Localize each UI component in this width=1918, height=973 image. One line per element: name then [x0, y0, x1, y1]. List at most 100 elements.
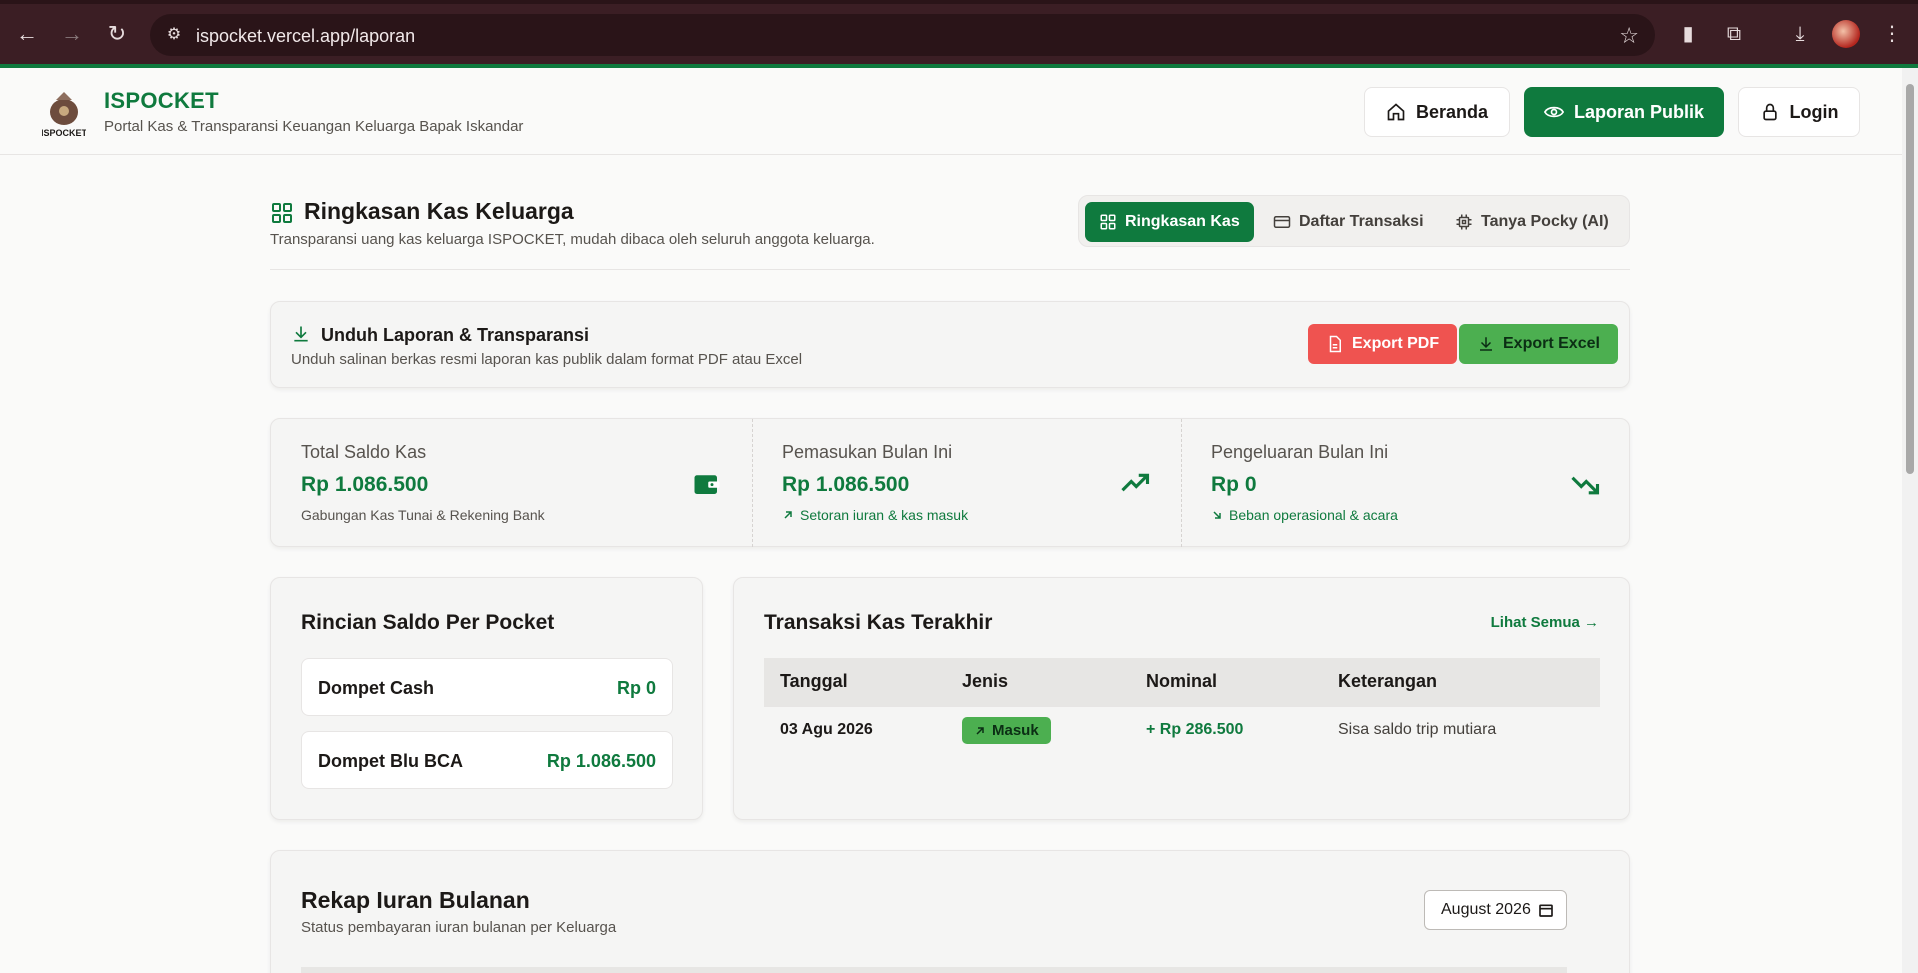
download-icon: [294, 326, 308, 342]
download-icon: [1480, 337, 1492, 351]
home-button[interactable]: Beranda: [1364, 87, 1510, 137]
stat-label: Pemasukan Bulan Ini: [782, 442, 953, 462]
eye-icon: [1543, 106, 1564, 118]
browser-toolbar: ← → ↻ ⚙ ispocket.vercel.app/laporan ☆ ▮ …: [0, 0, 1918, 68]
tx-date: 03 Agu 2026: [780, 721, 873, 738]
home-icon: [1387, 103, 1405, 121]
trending-up-icon: [1121, 473, 1150, 492]
app-header: ISPOCKET ISPOCKET Portal Kas & Transpara…: [0, 68, 1902, 155]
export-pdf-button[interactable]: Export PDF: [1308, 324, 1458, 364]
extension-icon[interactable]: ▮: [1674, 20, 1702, 48]
tab-label: Tanya Pocky (AI): [1481, 213, 1609, 230]
tx-note: Sisa saldo trip mutiara: [1338, 721, 1497, 738]
file-icon: [1329, 335, 1341, 353]
stat-value: Rp 1.086.500: [782, 473, 910, 496]
list-item: Dompet Cash Rp 0: [301, 658, 673, 716]
scrollbar-thumb[interactable]: [1906, 84, 1914, 474]
bookmark-star-icon[interactable]: ☆: [1619, 23, 1639, 49]
pocket-card: Rincian Saldo Per Pocket Dompet Cash Rp …: [270, 577, 703, 820]
login-label: Login: [1789, 101, 1839, 122]
pocket-name: Dompet Cash: [318, 678, 435, 698]
site-info-icon[interactable]: ⚙: [164, 25, 184, 45]
stat-note: Beban operasional & acara: [1211, 507, 1398, 523]
grid-icon: [272, 203, 292, 223]
page-subtitle: Transparansi uang kas keluarga ISPOCKET,…: [270, 231, 875, 248]
ispocket-logo-icon: ISPOCKET: [42, 92, 86, 138]
type-label: Masuk: [992, 722, 1039, 739]
tab-strip: [0, 0, 1918, 4]
home-label: Beranda: [1415, 101, 1489, 122]
logo-text: ISPOCKET: [42, 128, 86, 138]
export-excel-label: Export Excel: [1503, 335, 1600, 352]
login-button[interactable]: Login: [1738, 87, 1860, 137]
tab-tanya-pocky[interactable]: Tanya Pocky (AI): [1441, 202, 1623, 242]
url-text[interactable]: ispocket.vercel.app/laporan: [196, 26, 415, 47]
see-all-link[interactable]: Lihat Semua →: [1491, 614, 1599, 631]
address-bar[interactable]: ⚙ ispocket.vercel.app/laporan ☆: [150, 14, 1655, 56]
pocket-value: Rp 1.086.500: [546, 751, 656, 771]
stats-card: Total Saldo Kas Rp 1.086.500 Gabungan Ka…: [270, 418, 1630, 547]
stat-label: Pengeluaran Bulan Ini: [1211, 442, 1389, 462]
stat-label: Total Saldo Kas: [301, 442, 427, 462]
grid-icon: [1100, 214, 1116, 230]
section-divider: [270, 269, 1630, 270]
page-title: Ringkasan Kas Keluarga: [304, 198, 574, 224]
column-header[interactable]: Keterangan: [1338, 671, 1437, 692]
recap-subtitle: Status pembayaran iuran bulanan per Kelu…: [301, 919, 617, 936]
wallet-icon: [694, 475, 720, 494]
stat-total-saldo: Total Saldo Kas Rp 1.086.500 Gabungan Ka…: [271, 419, 752, 547]
stat-note: Setoran iuran & kas masuk: [782, 507, 968, 523]
page-scrollbar[interactable]: [1902, 68, 1918, 973]
list-item: Dompet Blu BCA Rp 1.086.500: [301, 731, 673, 789]
transactions-title: Transaksi Kas Terakhir: [764, 611, 993, 634]
tab-label: Daftar Transaksi: [1299, 213, 1424, 230]
download-card: Unduh Laporan & Transparansi Unduh salin…: [270, 301, 1630, 388]
stat-note-text: Setoran iuran & kas masuk: [800, 507, 969, 523]
arrow-down-right-icon: [1213, 511, 1221, 519]
stat-value: Rp 0: [1211, 473, 1257, 496]
stat-pemasukan: Pemasukan Bulan Ini Rp 1.086.500 Setoran…: [752, 419, 1181, 547]
download-subtitle: Unduh salinan berkas resmi laporan kas p…: [291, 351, 803, 368]
stat-value: Rp 1.086.500: [301, 473, 429, 496]
stat-note: Gabungan Kas Tunai & Rekening Bank: [301, 507, 545, 523]
table-row: 03 Agu 2026 Masuk + Rp 286.500 Sisa sald…: [764, 706, 1600, 754]
recap-card: Rekap Iuran Bulanan Status pembayaran iu…: [270, 850, 1630, 973]
card-icon: [1273, 216, 1291, 228]
back-icon[interactable]: ←: [12, 19, 42, 49]
public-report-label: Laporan Publik: [1573, 101, 1705, 122]
export-pdf-label: Export PDF: [1352, 335, 1440, 352]
column-header[interactable]: Tanggal: [780, 671, 848, 692]
tab-ringkasan-kas[interactable]: Ringkasan Kas: [1085, 202, 1254, 242]
pocket-value: Rp 0: [616, 678, 656, 698]
stat-note-text: Beban operasional & acara: [1229, 507, 1398, 523]
transactions-card: Transaksi Kas Terakhir Lihat Semua → Tan…: [733, 577, 1630, 820]
profile-avatar[interactable]: [1832, 20, 1860, 48]
month-value: August 2026: [1441, 901, 1531, 918]
tab-label: Ringkasan Kas: [1125, 213, 1240, 230]
download-icon[interactable]: ⤓: [1786, 20, 1814, 48]
reload-icon[interactable]: ↻: [102, 19, 132, 49]
chip-icon: [1456, 214, 1472, 230]
view-tabs: Ringkasan Kas Daftar Transaksi Tanya Poc…: [1078, 195, 1630, 247]
month-picker[interactable]: August 2026: [1424, 890, 1567, 930]
puzzle-icon[interactable]: ⧉: [1720, 20, 1748, 48]
tab-daftar-transaksi[interactable]: Daftar Transaksi: [1259, 202, 1438, 242]
stat-pengeluaran: Pengeluaran Bulan Ini Rp 0 Beban operasi…: [1181, 419, 1631, 547]
arrow-up-right-icon: [784, 511, 792, 519]
brand-tagline: Portal Kas & Transparansi Keuangan Kelua…: [104, 118, 524, 135]
brand-title[interactable]: ISPOCKET: [104, 88, 219, 114]
column-header[interactable]: Nominal: [1146, 671, 1217, 692]
column-header[interactable]: Jenis: [962, 671, 1008, 692]
menu-icon[interactable]: ⋮: [1878, 20, 1906, 48]
export-excel-button[interactable]: Export Excel: [1459, 324, 1618, 364]
pocket-name: Dompet Blu BCA: [318, 751, 463, 771]
lock-icon: [1762, 103, 1777, 121]
table-header: Tanggal Jenis Nominal Keterangan: [764, 658, 1600, 706]
forward-icon[interactable]: →: [57, 19, 87, 49]
calendar-icon[interactable]: [1538, 902, 1554, 918]
download-title: Unduh Laporan & Transparansi: [321, 325, 590, 345]
arrow-up-right-icon: [976, 726, 984, 735]
public-report-button[interactable]: Laporan Publik: [1524, 87, 1724, 137]
table-header: [301, 967, 1567, 973]
pocket-title: Rincian Saldo Per Pocket: [301, 611, 555, 634]
